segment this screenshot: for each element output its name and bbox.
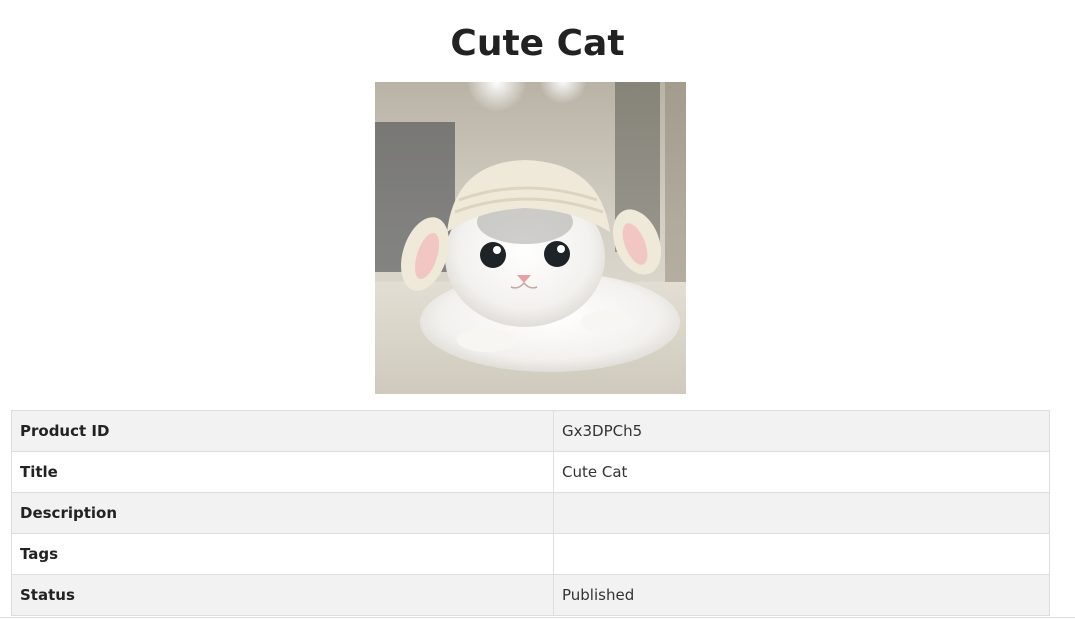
row-value-status: Published (553, 574, 1050, 616)
row-value-description (553, 492, 1050, 534)
row-label-status: Status (11, 574, 554, 616)
row-value-product-id: Gx3DPCh5 (553, 410, 1050, 452)
row-label-description: Description (11, 492, 554, 534)
row-value-tags (553, 533, 1050, 575)
product-image (375, 82, 686, 394)
table-row: Product ID Gx3DPCh5 (11, 410, 1050, 452)
page-title: Cute Cat (450, 23, 625, 64)
table-row: Status Published (11, 574, 1050, 616)
product-details-table: Product ID Gx3DPCh5 Title Cute Cat Descr… (11, 410, 1050, 616)
table-row: Tags (11, 533, 1050, 575)
table-row: Title Cute Cat (11, 451, 1050, 493)
row-label-tags: Tags (11, 533, 554, 575)
divider (0, 617, 1075, 618)
table-row: Description (11, 492, 1050, 534)
row-label-title: Title (11, 451, 554, 493)
row-label-product-id: Product ID (11, 410, 554, 452)
row-value-title: Cute Cat (553, 451, 1050, 493)
